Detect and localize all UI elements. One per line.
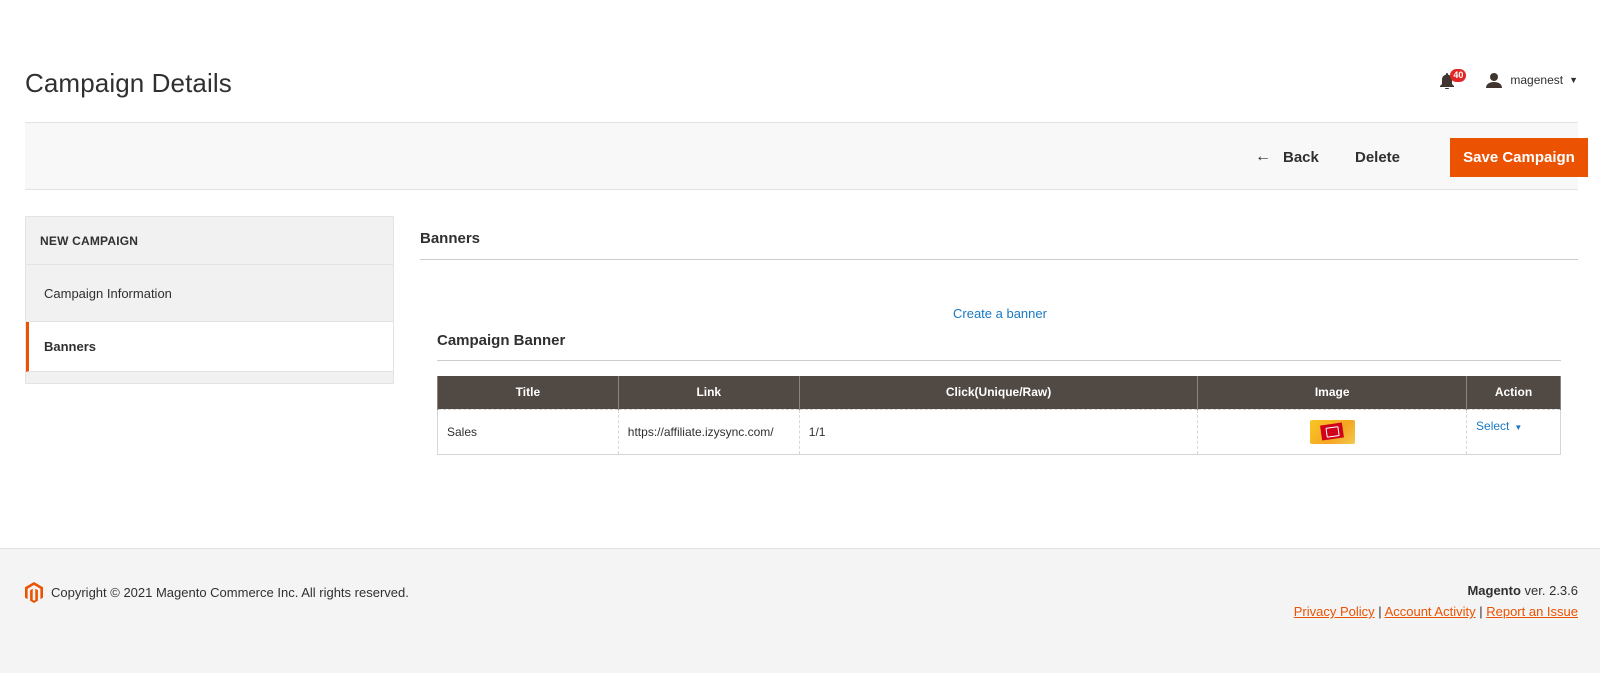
notifications-count-badge: 40	[1450, 69, 1467, 82]
copyright: Copyright © 2021 Magento Commerce Inc. A…	[25, 582, 409, 603]
section-title: Banners	[420, 216, 1578, 260]
version-text: ver. 2.3.6	[1520, 583, 1578, 598]
user-account-dropdown[interactable]: magenest ▼	[1486, 72, 1578, 88]
column-header-action[interactable]: Action	[1466, 376, 1561, 409]
cell-action: Select ▼	[1466, 408, 1561, 455]
page-actions-bar: ← Back Delete Save Campaign	[25, 122, 1588, 190]
copyright-text: Copyright © 2021 Magento Commerce Inc. A…	[51, 585, 409, 600]
brand-name: Magento	[1467, 583, 1521, 598]
account-activity-link[interactable]: Account Activity	[1385, 604, 1476, 619]
sidebar-title: NEW CAMPAIGN	[26, 217, 393, 265]
sidebar-item-label: Banners	[44, 339, 97, 354]
sidebar-item-campaign-information[interactable]: Campaign Information	[26, 265, 393, 322]
admin-user-area: 40 magenest ▼	[1438, 69, 1578, 90]
chevron-down-icon: ▼	[1569, 75, 1578, 85]
arrow-left-icon: ←	[1255, 148, 1271, 165]
table-row: Sales https://affiliate.izysync.com/ 1/1…	[437, 408, 1561, 455]
banner-thumbnail-image[interactable]	[1309, 419, 1355, 444]
cell-title: Sales	[437, 408, 619, 455]
campaign-tabs-sidebar: NEW CAMPAIGN Campaign Information Banner…	[25, 216, 394, 384]
main-content: Banners Create a banner Campaign Banner …	[420, 216, 1578, 455]
report-issue-link[interactable]: Report an Issue	[1486, 604, 1578, 619]
page-title: Campaign Details	[25, 68, 232, 98]
user-icon	[1486, 72, 1503, 88]
page-header: Campaign Details 40 magenest ▼	[25, 0, 1578, 122]
cell-image	[1197, 408, 1468, 455]
column-header-clicks[interactable]: Click(Unique/Raw)	[798, 376, 1199, 409]
sidebar-item-banners[interactable]: Banners	[26, 322, 393, 372]
footer-links: Privacy Policy | Account Activity | Repo…	[1293, 604, 1578, 619]
notifications-button[interactable]: 40	[1438, 69, 1467, 90]
action-select-label: Select	[1476, 418, 1510, 433]
page-footer: Copyright © 2021 Magento Commerce Inc. A…	[0, 548, 1600, 673]
save-campaign-button[interactable]: Save Campaign	[1450, 138, 1588, 177]
username: magenest	[1510, 73, 1564, 87]
column-header-title[interactable]: Title	[437, 376, 619, 409]
magento-version: Magento ver. 2.3.6	[1467, 583, 1578, 598]
cell-clicks: 1/1	[798, 408, 1199, 455]
column-header-image[interactable]: Image	[1197, 376, 1468, 409]
back-button[interactable]: ← Back	[1255, 137, 1319, 177]
table-header-row: Title Link Click(Unique/Raw) Image Actio…	[437, 376, 1561, 409]
chevron-down-icon: ▼	[1514, 422, 1523, 432]
magento-logo-icon	[25, 582, 43, 603]
back-button-label: Back	[1283, 148, 1319, 166]
campaign-banner-table: Title Link Click(Unique/Raw) Image Actio…	[437, 376, 1561, 455]
create-banner-link[interactable]: Create a banner	[953, 306, 1047, 321]
action-select-dropdown[interactable]: Select ▼	[1476, 419, 1522, 433]
cell-link[interactable]: https://affiliate.izysync.com/	[617, 408, 800, 455]
column-header-link[interactable]: Link	[617, 376, 800, 409]
privacy-policy-link[interactable]: Privacy Policy	[1294, 604, 1375, 619]
delete-button[interactable]: Delete	[1355, 137, 1400, 177]
sidebar-item-label: Campaign Information	[44, 285, 172, 301]
subsection-title: Campaign Banner	[437, 332, 1561, 361]
